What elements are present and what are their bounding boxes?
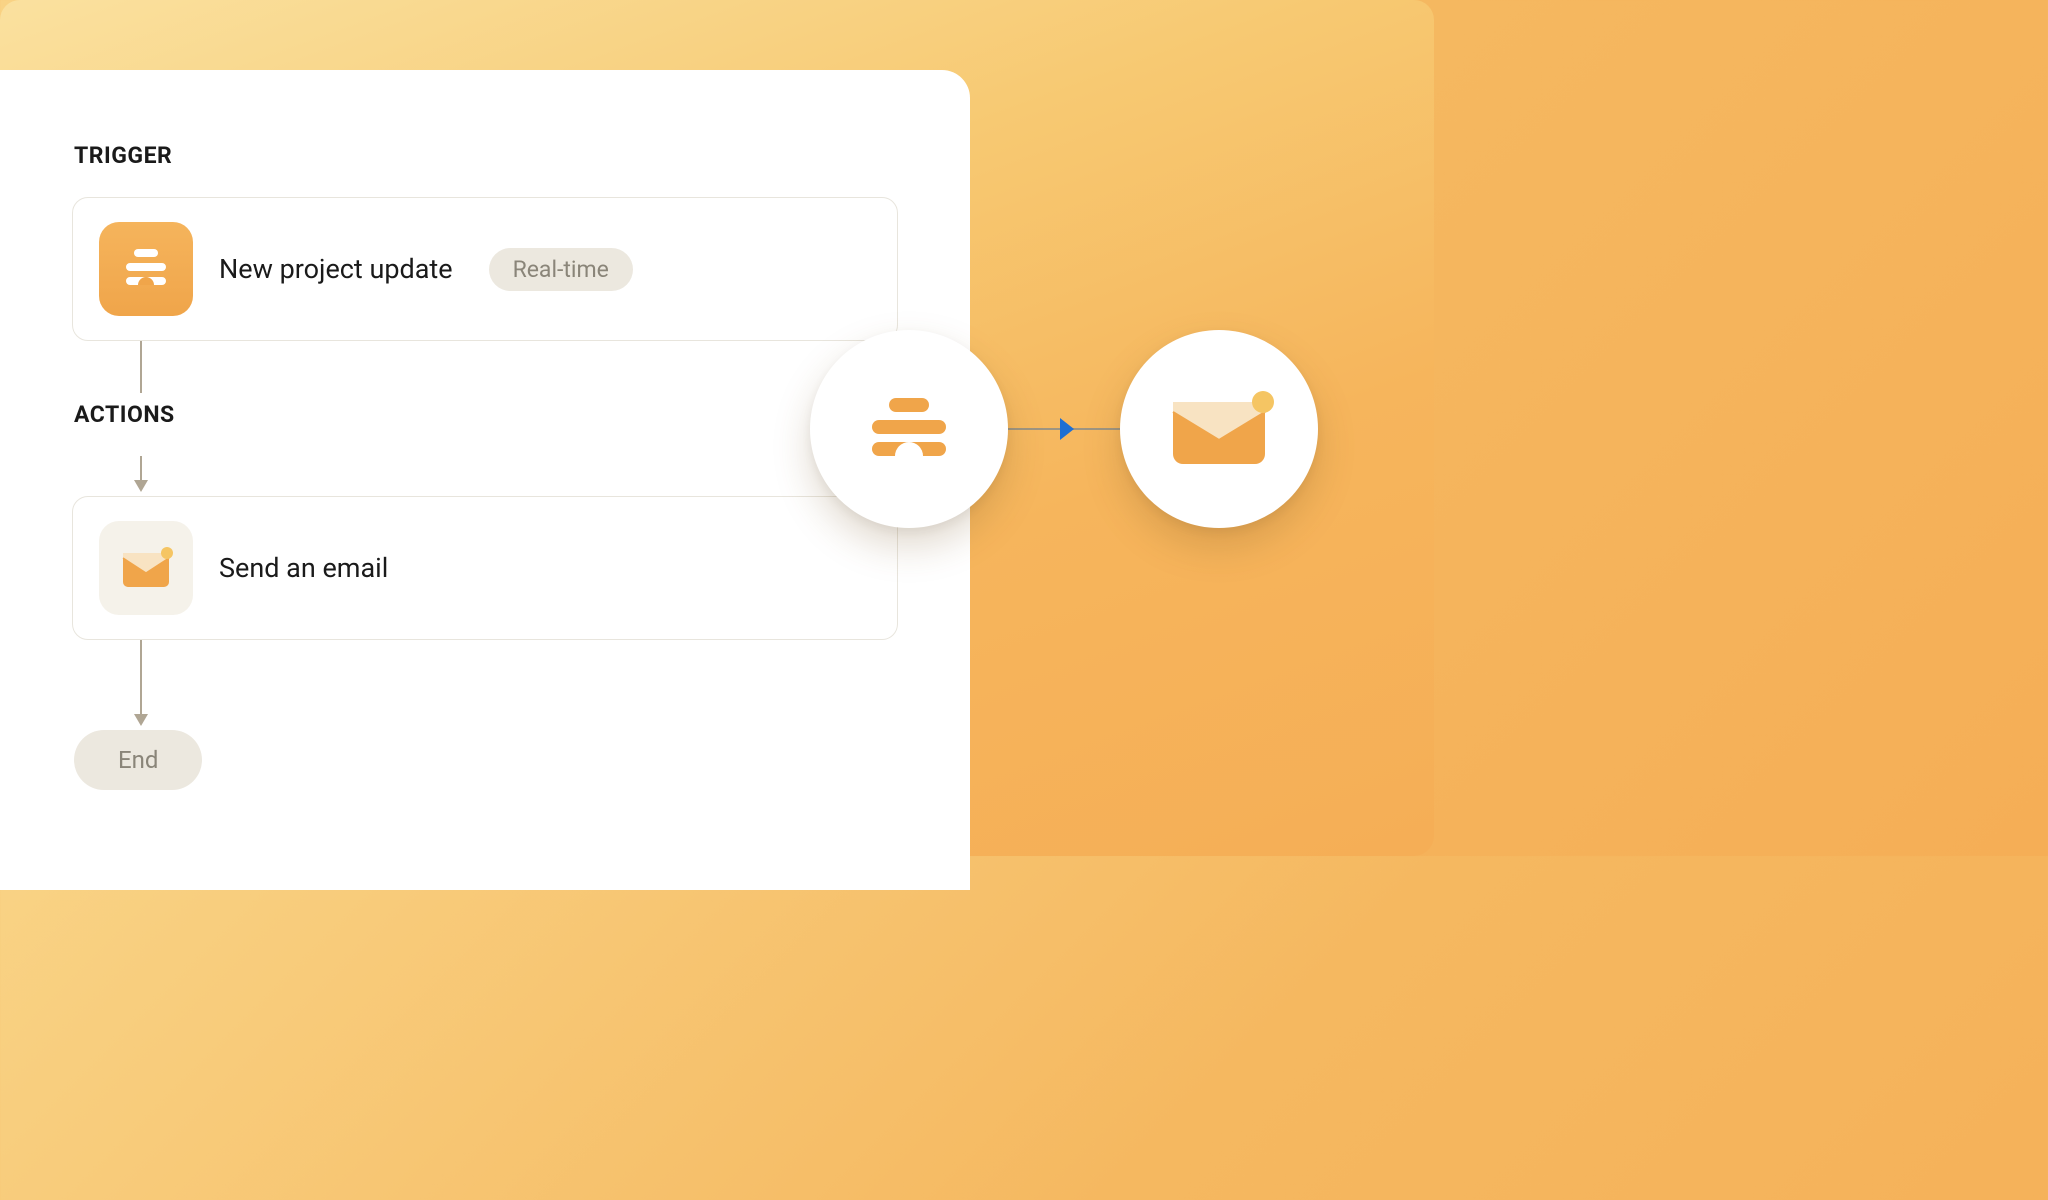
trigger-title: New project update — [219, 253, 453, 285]
action-title: Send an email — [219, 552, 388, 584]
realtime-badge: Real-time — [489, 248, 633, 291]
flow-node-action[interactable] — [1120, 330, 1318, 528]
connector-trigger-to-actions — [140, 341, 898, 393]
envelope-notification-icon — [1159, 384, 1279, 474]
trigger-section-label: TRIGGER — [74, 142, 898, 169]
envelope-notification-icon — [119, 547, 173, 589]
flow-arrow-icon — [1060, 418, 1074, 440]
actions-section-label: ACTIONS — [74, 401, 898, 428]
connector-label-to-action — [140, 456, 898, 496]
flow-node-trigger[interactable] — [810, 330, 1008, 528]
trigger-icon-box — [99, 222, 193, 316]
stacked-lines-icon — [854, 374, 964, 484]
connector-action-to-end — [140, 640, 898, 730]
action-card[interactable]: Send an email — [72, 496, 898, 640]
action-icon-box — [99, 521, 193, 615]
stacked-lines-icon — [118, 241, 174, 297]
trigger-card[interactable]: New project update Real-time — [72, 197, 898, 341]
end-pill: End — [74, 730, 202, 790]
